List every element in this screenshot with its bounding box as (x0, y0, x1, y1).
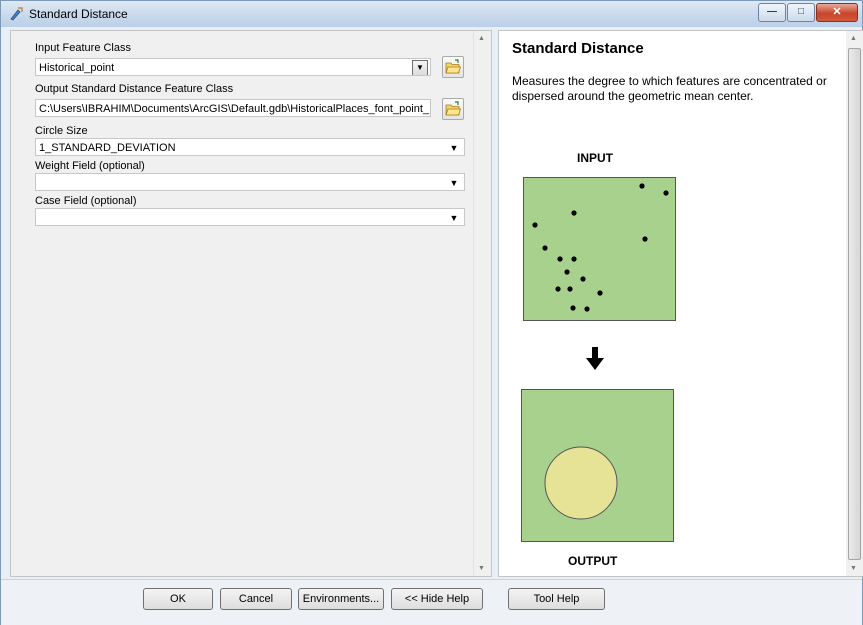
scroll-up-icon[interactable]: ▲ (478, 35, 485, 42)
input-diagram-label: INPUT (577, 151, 613, 165)
tool-help-button[interactable]: Tool Help (508, 588, 605, 610)
browse-output-button[interactable] (442, 98, 464, 120)
environments-button[interactable]: Environments... (298, 588, 384, 610)
circle-size-select[interactable]: 1_STANDARD_DEVIATION ▼ (35, 138, 465, 156)
circle-size-value: 1_STANDARD_DEVIATION (39, 142, 176, 154)
button-bar: OK Cancel Environments... << Hide Help T… (1, 579, 862, 625)
weight-field-select[interactable]: ▼ (35, 173, 465, 191)
maximize-icon: □ (797, 6, 805, 17)
browse-input-button[interactable] (442, 56, 464, 78)
help-scrollbar[interactable]: ▲ ▼ (846, 31, 863, 576)
output-diagram (521, 389, 674, 542)
output-diagram-label: OUTPUT (568, 554, 618, 568)
scroll-thumb[interactable] (848, 48, 861, 560)
tool-icon (10, 7, 23, 21)
output-feature-class-value: C:\Users\IBRAHIM\Documents\ArcGIS\Defaul… (39, 103, 430, 115)
close-button[interactable]: ✕ (816, 3, 858, 22)
minimize-icon: — (767, 6, 777, 17)
chevron-down-icon[interactable]: ▼ (412, 60, 428, 75)
folder-open-icon (445, 59, 461, 74)
output-feature-class-field[interactable]: C:\Users\IBRAHIM\Documents\ArcGIS\Defaul… (35, 99, 431, 117)
ok-button[interactable]: OK (143, 588, 213, 610)
help-title: Standard Distance (512, 40, 644, 57)
scroll-down-icon[interactable]: ▼ (478, 565, 485, 572)
standard-distance-circle (544, 446, 618, 520)
input-diagram (523, 177, 676, 321)
parameters-pane: Input Feature Class Historical_point ▼ O… (10, 30, 492, 577)
circle-size-label: Circle Size (35, 125, 88, 137)
title-bar: Standard Distance — □ ✕ (1, 1, 862, 27)
output-feature-class-label: Output Standard Distance Feature Class (35, 83, 234, 95)
minimize-button[interactable]: — (758, 3, 786, 22)
input-feature-class-value: Historical_point (39, 62, 115, 74)
input-feature-class-field[interactable]: Historical_point ▼ (35, 58, 431, 76)
arrow-down-icon (586, 347, 604, 370)
close-icon: ✕ (832, 6, 842, 18)
weight-field-label: Weight Field (optional) (35, 160, 145, 172)
maximize-button[interactable]: □ (787, 3, 815, 22)
window-title: Standard Distance (29, 7, 128, 21)
hide-help-button[interactable]: << Hide Help (391, 588, 483, 610)
help-pane: Standard Distance Measures the degree to… (498, 30, 863, 577)
folder-open-icon (445, 101, 461, 116)
cancel-button[interactable]: Cancel (220, 588, 292, 610)
case-field-select[interactable]: ▼ (35, 208, 465, 226)
parameters-scrollbar[interactable]: ▲ ▼ (473, 31, 491, 576)
window-controls: — □ ✕ (757, 3, 858, 22)
scroll-up-icon[interactable]: ▲ (850, 35, 857, 42)
scroll-down-icon[interactable]: ▼ (850, 565, 857, 572)
chevron-down-icon: ▼ (449, 143, 459, 153)
help-description: Measures the degree to which features ar… (512, 74, 827, 103)
tool-dialog-window: Standard Distance — □ ✕ Input Feature Cl… (0, 0, 863, 625)
input-feature-class-label: Input Feature Class (35, 42, 131, 54)
chevron-down-icon: ▼ (449, 178, 459, 188)
case-field-label: Case Field (optional) (35, 195, 137, 207)
chevron-down-icon: ▼ (449, 213, 459, 223)
